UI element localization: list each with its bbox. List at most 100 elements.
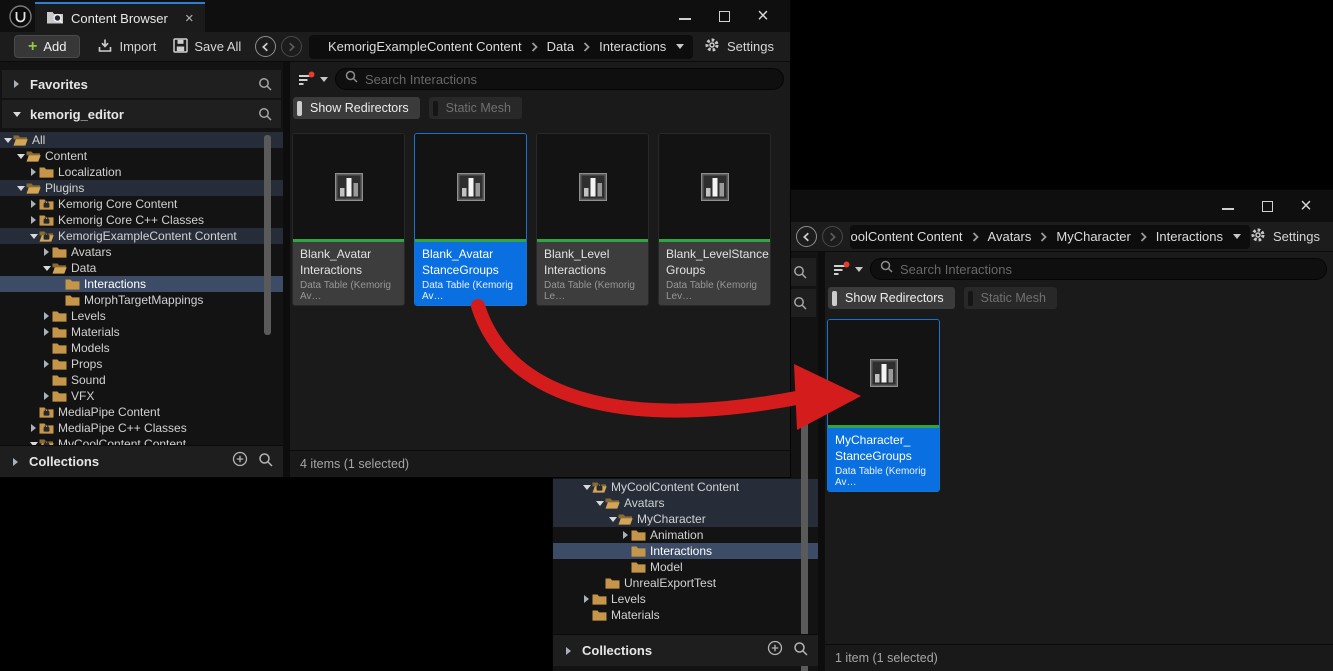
breadcrumb-item-data[interactable]: Data [547,39,574,54]
tree-item-morphtargetmappings[interactable]: MorphTargetMappings [0,292,283,308]
expand-arrow-icon[interactable] [11,80,22,88]
settings-button[interactable]: Settings [704,37,780,56]
tree-item-model[interactable]: Model [553,559,818,575]
chevron-down-icon[interactable] [676,44,684,49]
tree-item-sound[interactable]: Sound [0,372,283,388]
add-button[interactable]: + Add [14,35,80,58]
forward-icon[interactable] [281,36,302,57]
expand-arrow-icon[interactable] [620,531,631,539]
filter-chip-show-redirectors[interactable]: Show Redirectors [293,97,420,119]
settings-button[interactable]: Settings [1250,227,1324,246]
breadcrumb-item-kemorigexamplecontent-content[interactable]: KemorigExampleContent Content [328,39,522,54]
breadcrumb-item-interactions[interactable]: Interactions [599,39,666,54]
collapse-arrow-icon[interactable] [2,138,13,143]
tree-item-interactions[interactable]: Interactions [0,276,283,292]
tree-scrollbar[interactable] [264,135,271,335]
tree-item-models[interactable]: Models [0,340,283,356]
chevron-down-icon[interactable] [1233,234,1241,239]
tree-item-avatars[interactable]: Avatars [553,495,818,511]
import-button[interactable]: Import [97,38,156,56]
search-icon[interactable] [258,452,273,472]
breadcrumb-item-mycoolcontent-content[interactable]: MyCoolContent Content [850,229,963,244]
panel-divider[interactable] [283,62,290,477]
search-icon[interactable] [258,77,272,91]
search-input[interactable] [365,72,774,87]
tree-item-kemorig-core-content[interactable]: Kemorig Core Content [0,196,283,212]
collapse-arrow-icon[interactable] [41,266,52,271]
tree-item-content[interactable]: Content [0,148,283,164]
tree-item-localization[interactable]: Localization [0,164,283,180]
tree-item-kemorigexamplecontent-content[interactable]: KemorigExampleContent Content [0,228,283,244]
filter-chip-static-mesh[interactable]: Static Mesh [429,97,522,119]
tree-item-all[interactable]: All [0,132,283,148]
expand-arrow-icon[interactable] [41,392,52,400]
tree-item-levels[interactable]: Levels [0,308,283,324]
collapse-arrow-icon[interactable] [28,234,39,239]
source-collection-header[interactable]: kemorig_editor [2,100,281,128]
tree-item-animation[interactable]: Animation [553,527,818,543]
collapse-arrow-icon[interactable] [15,186,26,191]
asset-tile-blank-avatarstancegroups[interactable]: Blank_AvatarStanceGroupsData Table (Kemo… [414,133,527,306]
expand-arrow-icon[interactable] [28,200,39,208]
tree-item-plugins[interactable]: Plugins [0,180,283,196]
search-icon[interactable] [793,265,807,279]
collapse-arrow-icon[interactable] [594,501,605,506]
minimize-icon[interactable] [670,3,700,29]
maximize-icon[interactable] [1252,193,1282,219]
tree-item-mycharacter[interactable]: MyCharacter [553,511,818,527]
add-collection-icon[interactable] [767,640,783,661]
expand-arrow-icon[interactable] [28,424,39,432]
expand-arrow-icon[interactable] [41,248,52,256]
breadcrumb-item-interactions[interactable]: Interactions [1156,229,1223,244]
expand-arrow-icon[interactable] [41,360,52,368]
tree-item-kemorig-core-c-classes[interactable]: Kemorig Core C++ Classes [0,212,283,228]
filter-chip-show-redirectors[interactable]: Show Redirectors [828,287,955,309]
collapse-arrow-icon[interactable] [11,112,22,117]
filter-chip-static-mesh[interactable]: Static Mesh [964,287,1057,309]
tree-item-mycoolcontent-content[interactable]: MyCoolContent Content [553,479,818,495]
tree-item-vfx[interactable]: VFX [0,388,283,404]
asset-tile-mycharacter-stancegroups[interactable]: MyCharacter_StanceGroupsData Table (Kemo… [827,319,940,492]
tree-item-mediapipe-content[interactable]: MediaPipe Content [0,404,283,420]
search-box[interactable] [335,68,784,90]
tree-item-mycoolcontent-content[interactable]: MyCoolContent Content [0,436,283,445]
forward-icon[interactable] [822,226,843,247]
filter-button[interactable] [833,261,863,277]
tree-item-avatars[interactable]: Avatars [0,244,283,260]
tree-item-materials[interactable]: Materials [0,324,283,340]
tree-item-data[interactable]: Data [0,260,283,276]
back-icon[interactable] [255,36,276,57]
chip-toggle-pill[interactable] [433,101,438,116]
search-icon[interactable] [258,107,272,121]
tree-item-materials[interactable]: Materials [553,607,818,623]
search-icon[interactable] [793,296,807,310]
search-box[interactable] [870,258,1327,280]
tab-close-icon[interactable]: × [185,11,194,26]
close-icon[interactable]: × [1291,193,1321,219]
expand-arrow-icon[interactable] [41,328,52,336]
collections-bar[interactable]: Collections [0,445,283,477]
expand-arrow-icon[interactable] [41,312,52,320]
maximize-icon[interactable] [709,3,739,29]
close-icon[interactable]: × [748,3,778,29]
tree-item-interactions[interactable]: Interactions [553,543,818,559]
expand-arrow-icon[interactable] [28,216,39,224]
filter-button[interactable] [298,71,328,87]
asset-tile-blank-levelstancegroups[interactable]: Blank_LevelStanceGroupsData Table (Kemor… [658,133,771,306]
chip-toggle-pill[interactable] [832,291,837,306]
collapse-arrow-icon[interactable] [15,154,26,159]
breadcrumb[interactable]: KemorigExampleContent Content Data Interac… [309,35,693,59]
collections-bar[interactable]: Collections [553,634,818,666]
tree-item-unrealexporttest[interactable]: UnrealExportTest [553,575,818,591]
search-input[interactable] [900,262,1317,277]
search-icon[interactable] [793,641,808,661]
breadcrumb-item-avatars[interactable]: Avatars [988,229,1032,244]
breadcrumb[interactable]: MyCoolContent ContentAvatarsMyCharacterI… [850,225,1250,249]
asset-tile-blank-levelinteractions[interactable]: Blank_LevelInteractionsData Table (Kemor… [536,133,649,306]
minimize-icon[interactable] [1213,193,1243,219]
favorites-header[interactable]: Favorites [2,70,281,98]
add-collection-icon[interactable] [232,451,248,472]
tab-content-browser[interactable]: Content Browser × [35,2,205,32]
tree-scrollbar[interactable] [801,385,808,671]
expand-arrow-icon[interactable] [28,168,39,176]
